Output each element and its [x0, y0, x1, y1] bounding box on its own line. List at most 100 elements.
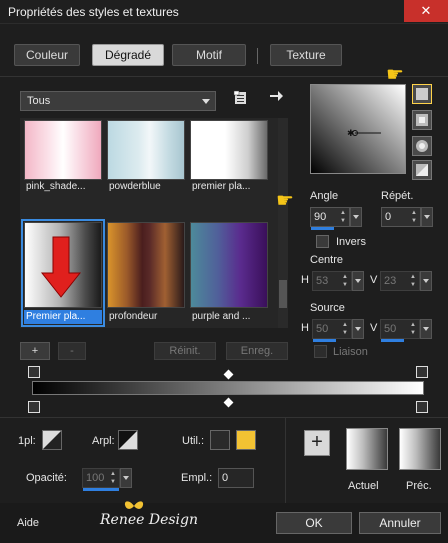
- opacity-stop-bottom-left[interactable]: [28, 401, 40, 413]
- user-color-swatch-yellow[interactable]: [236, 430, 256, 450]
- help-link[interactable]: Aide: [17, 517, 39, 529]
- opacity-dropdown[interactable]: [120, 468, 132, 488]
- source-h-input[interactable]: 50 ▲ ▼: [312, 319, 364, 342]
- divider: [0, 417, 448, 418]
- tab-separator: [257, 48, 258, 64]
- gradient-swatch[interactable]: [107, 222, 185, 308]
- scrollbar-thumb[interactable]: [279, 280, 287, 308]
- divider: [285, 418, 286, 503]
- center-v-label: V: [370, 274, 378, 286]
- source-v-label: V: [370, 322, 378, 334]
- gallery-item-label: profondeur: [109, 311, 158, 322]
- gradient-swatch[interactable]: [24, 120, 102, 180]
- previous-gradient-swatch[interactable]: [399, 428, 441, 470]
- center-h-dropdown[interactable]: [352, 271, 364, 291]
- angle-input[interactable]: 90 ▲ ▼: [310, 207, 362, 230]
- midpoint-marker-top[interactable]: [223, 369, 234, 380]
- watermark-text: Renee Design: [100, 512, 199, 528]
- link-checkbox[interactable]: [314, 345, 327, 358]
- repeat-input[interactable]: 0 ▲ ▼: [381, 207, 433, 227]
- current-label: Actuel: [348, 480, 379, 492]
- tab-bar: Couleur Dégradé Motif Texture: [0, 38, 448, 74]
- add-to-swatches-button[interactable]: +: [304, 430, 330, 456]
- add-gradient-button[interactable]: +: [20, 342, 50, 360]
- watermark-logo: Renee Design: [94, 500, 214, 534]
- spin-arrows-icon[interactable]: ▲ ▼: [409, 209, 419, 225]
- gallery-item-label: pink_shade...: [26, 181, 86, 192]
- spin-arrows-icon[interactable]: ▲ ▼: [338, 209, 348, 225]
- repeat-dropdown[interactable]: [421, 207, 433, 227]
- gradient-swatch[interactable]: [190, 222, 268, 308]
- window-title: Propriétés des styles et textures: [8, 5, 179, 19]
- rectangular-type-button[interactable]: [412, 110, 432, 130]
- location-label: Empl.:: [181, 472, 213, 484]
- reset-button[interactable]: Réinit.: [154, 342, 216, 360]
- arrow-right-icon[interactable]: [268, 88, 284, 104]
- gradient-ramp[interactable]: [32, 381, 424, 395]
- invert-checkbox[interactable]: [316, 235, 329, 248]
- repeat-label: Répét.: [381, 190, 414, 202]
- source-h-dropdown[interactable]: [352, 319, 364, 339]
- opacity-input[interactable]: 100 ▲ ▼: [82, 468, 132, 491]
- opacity-stop-bottom-right[interactable]: [416, 401, 428, 413]
- angle-slider-bar[interactable]: [311, 227, 334, 230]
- tab-couleur[interactable]: Couleur: [14, 44, 80, 66]
- close-button[interactable]: ✕: [404, 0, 448, 22]
- spin-arrows-icon[interactable]: ▲ ▼: [340, 273, 350, 289]
- gradient-swatch[interactable]: [107, 120, 185, 180]
- spin-arrows-icon[interactable]: ▲ ▼: [340, 321, 350, 337]
- angle-label: Angle: [310, 190, 339, 202]
- tab-degrade[interactable]: Dégradé: [92, 44, 164, 66]
- gradient-swatch[interactable]: [190, 120, 268, 180]
- center-v-dropdown[interactable]: [420, 271, 432, 291]
- angle-dropdown[interactable]: [350, 207, 362, 227]
- source-h-label: H: [301, 322, 309, 334]
- gallery-item-label: powderblue: [109, 181, 161, 192]
- user-color-label: Util.:: [182, 435, 204, 447]
- opacity-slider-bar[interactable]: [83, 488, 119, 491]
- stop-color-swatch[interactable]: [42, 430, 62, 450]
- center-h-input[interactable]: 53 ▲ ▼: [312, 271, 364, 291]
- invert-label: Invers: [336, 236, 366, 248]
- gallery-item-label: premier pla...: [192, 181, 251, 192]
- source-v-input[interactable]: 50 ▲ ▼: [380, 319, 432, 342]
- gallery-options-icon[interactable]: [233, 90, 249, 106]
- background-stop-swatch[interactable]: [118, 430, 138, 450]
- tab-motif[interactable]: Motif: [172, 44, 246, 66]
- linear-type-button[interactable]: [412, 84, 432, 104]
- center-v-input[interactable]: 23 ▲ ▼: [380, 271, 432, 291]
- location-input[interactable]: 0: [218, 468, 254, 488]
- title-bar: Propriétés des styles et textures ✕: [0, 0, 448, 24]
- spin-arrows-icon[interactable]: ▲ ▼: [108, 470, 118, 486]
- cancel-button[interactable]: Annuler: [359, 512, 441, 534]
- gradient-category-select[interactable]: Tous: [20, 91, 216, 111]
- source-v-dropdown[interactable]: [420, 319, 432, 339]
- pointing-hand-icon: ☛: [276, 190, 294, 212]
- color-stop-top-left[interactable]: [28, 366, 40, 378]
- spin-arrows-icon[interactable]: ▲ ▼: [408, 321, 418, 337]
- spin-arrows-icon[interactable]: ▲ ▼: [408, 273, 418, 289]
- tab-texture[interactable]: Texture: [270, 44, 342, 66]
- location-value: 0: [222, 472, 229, 484]
- previous-label: Préc.: [406, 480, 432, 492]
- color-stop-top-right[interactable]: [416, 366, 428, 378]
- current-gradient-swatch[interactable]: [346, 428, 388, 470]
- gradient-preview[interactable]: ✱: [310, 84, 406, 174]
- gradient-category-value: Tous: [27, 95, 51, 107]
- repeat-value: 0: [385, 211, 392, 223]
- gradient-swatch-selected[interactable]: [24, 222, 102, 308]
- gallery-scrollbar[interactable]: [278, 118, 288, 328]
- remove-gradient-button[interactable]: -: [58, 342, 86, 360]
- source-h-slider-bar[interactable]: [313, 339, 336, 342]
- sunburst-type-button[interactable]: [412, 136, 432, 156]
- save-button[interactable]: Enreg.: [226, 342, 288, 360]
- user-color-swatch-dark[interactable]: [210, 430, 230, 450]
- source-v-slider-bar[interactable]: [381, 339, 404, 342]
- radial-type-button[interactable]: [412, 160, 432, 180]
- midpoint-marker-bottom[interactable]: [223, 397, 234, 408]
- background-stop-label: Arpl:: [92, 435, 115, 447]
- ok-button[interactable]: OK: [276, 512, 352, 534]
- center-h-label: H: [301, 274, 309, 286]
- center-v-value: 23: [384, 275, 397, 287]
- divider: [0, 76, 448, 77]
